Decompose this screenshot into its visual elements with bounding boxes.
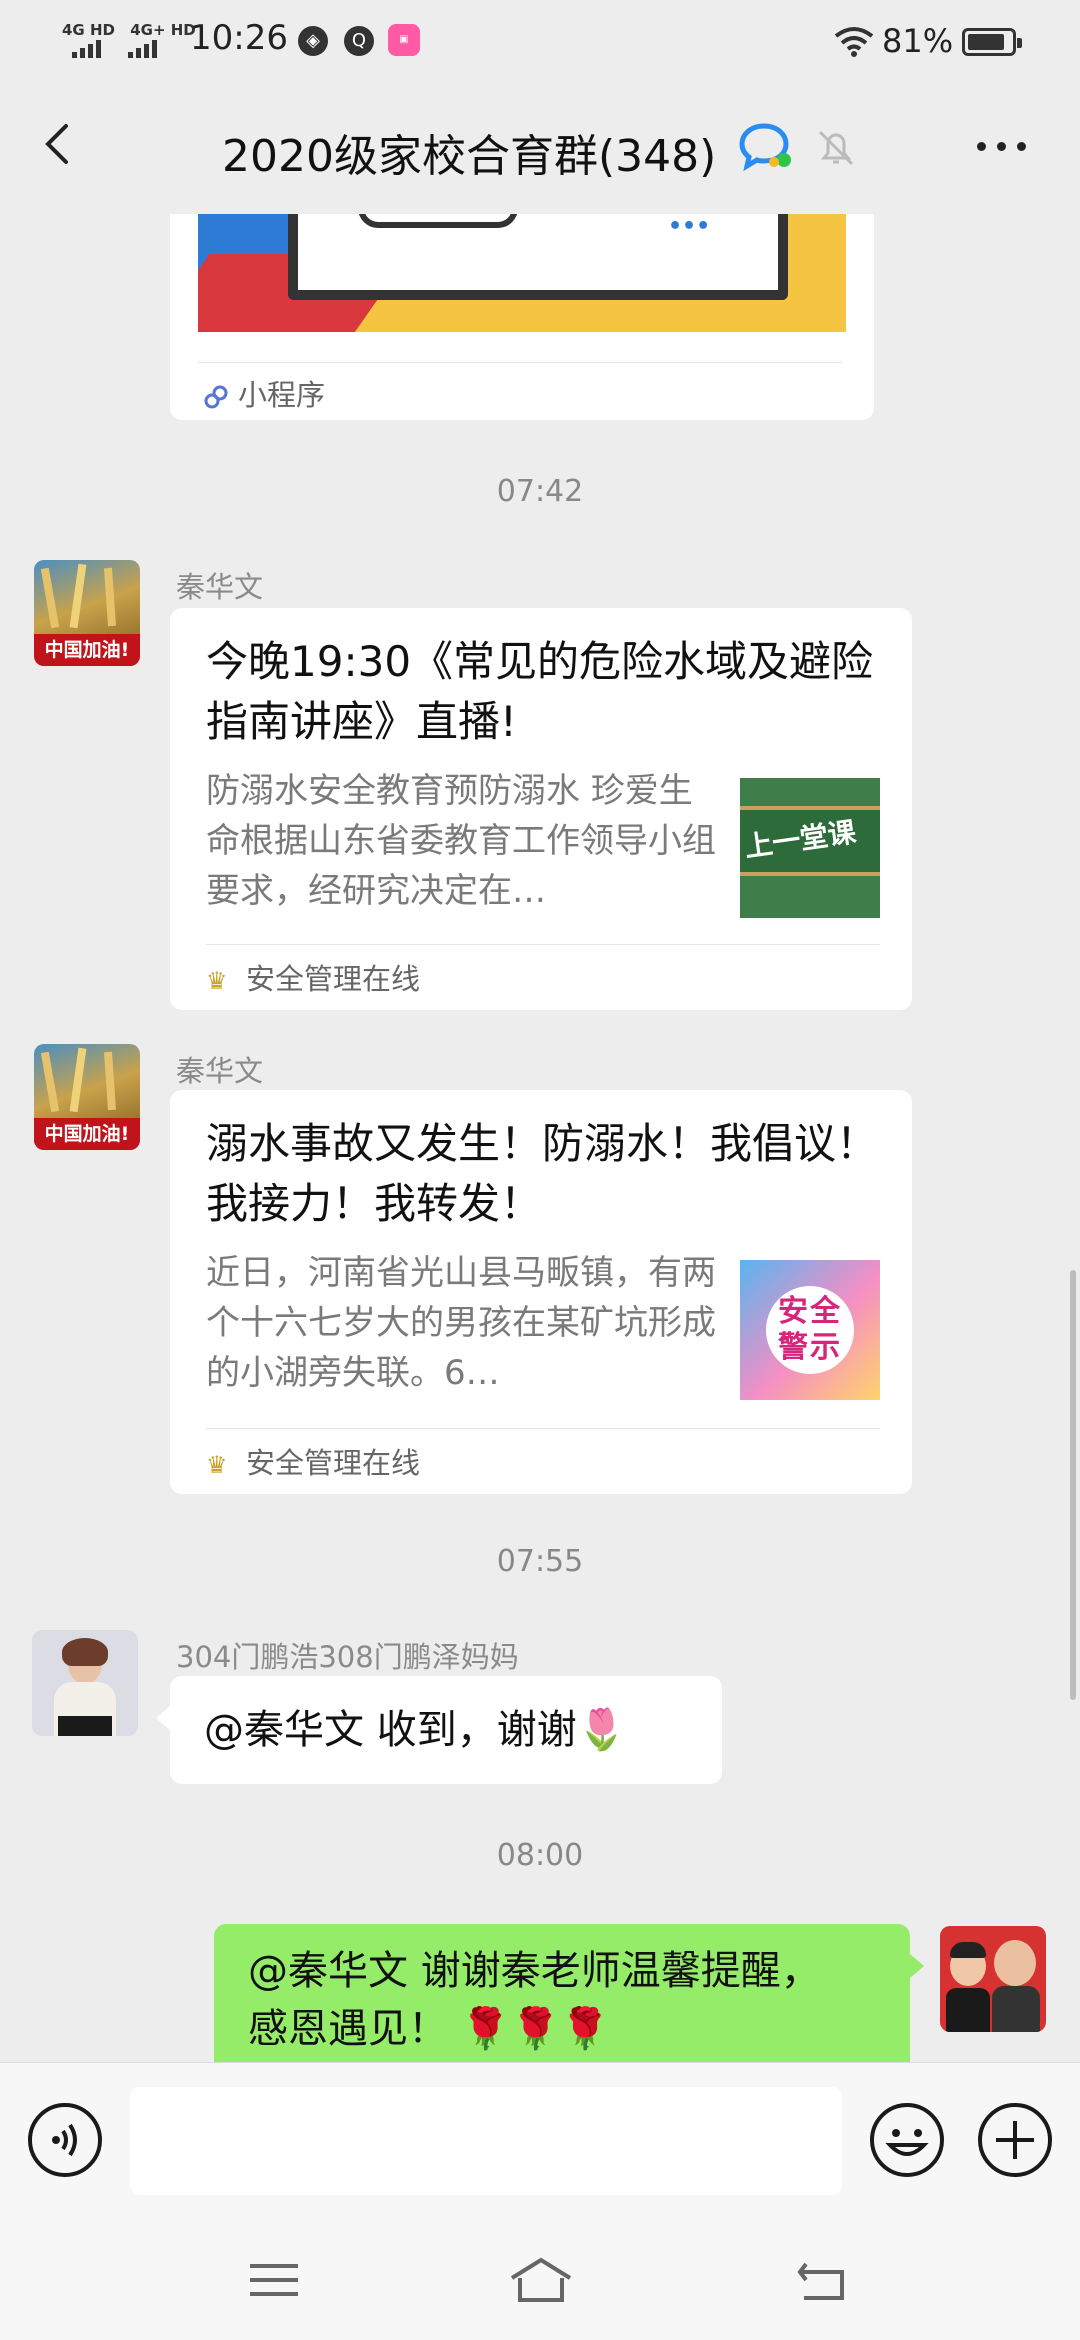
status-bar: 4G HD 4G+ HD 10:26 ◈ Q ▣ 81%: [0, 0, 1080, 84]
timestamp: 07:55: [496, 1544, 584, 1579]
avatar-caption: 中国加油!: [34, 634, 140, 666]
network-1: 4G HD: [62, 21, 115, 39]
mini-program-source: 小程序: [202, 372, 325, 414]
emoji-button[interactable]: [870, 2103, 944, 2177]
rose-emoji-icon: 🌹: [460, 2006, 511, 2052]
signal-icon-2: [128, 40, 168, 58]
source-logo-icon: ♛: [206, 1451, 228, 1479]
article-description: 近日，河南省光山县马畈镇，有两个十六七岁大的男孩在某矿坑形成的小湖旁失联。6…: [206, 1253, 716, 1393]
thumbnail-text: 安全警示: [778, 1294, 842, 1365]
chat-messages[interactable]: ••• 小程序 07:42 中国加油! 秦华文 今晚19:30《常见的危险水域及…: [0, 214, 1080, 2062]
article-thumbnail: 安全警示: [740, 1260, 880, 1400]
article-description: 防溺水安全教育预防溺水 珍爱生命根据山东省委教育工作领导小组要求，经研究决定在…: [206, 771, 716, 911]
avatar[interactable]: 中国加油!: [34, 1044, 140, 1150]
mini-program-label: 小程序: [238, 378, 326, 412]
rose-emoji-icon: 🌹: [510, 2006, 561, 2052]
system-navigation-bar: [0, 2216, 1080, 2340]
source-label: 安全管理在线: [246, 962, 421, 996]
back-nav-icon[interactable]: [792, 2252, 852, 2308]
rose-emoji-icon: 🌹: [560, 2006, 611, 2052]
voice-button[interactable]: [28, 2103, 102, 2177]
article-thumbnail: 上一堂课: [740, 778, 880, 918]
wifi-icon: [834, 27, 874, 57]
article-title: 溺水事故又发生！防溺水！我倡议！我接力！我转发！: [206, 1119, 879, 1228]
plus-icon: [996, 2121, 1034, 2159]
menu-icon[interactable]: [244, 2252, 304, 2308]
battery-percent: 81%: [882, 22, 954, 60]
tulip-emoji-icon: 🌷: [576, 1707, 627, 1753]
message-text-line-2: 感恩遇见！: [248, 2006, 448, 2052]
timestamp: 07:42: [496, 474, 584, 509]
article-title: 今晚19:30《常见的危险水域及避险指南讲座》直播!: [206, 637, 874, 746]
avatar[interactable]: 中国加油!: [34, 560, 140, 666]
my-avatar[interactable]: [940, 1926, 1046, 2032]
search-app-icon: Q: [344, 26, 374, 56]
add-button[interactable]: [978, 2103, 1052, 2177]
timestamp: 08:00: [496, 1838, 584, 1873]
network-2: 4G+ HD: [130, 21, 196, 39]
message-input[interactable]: [130, 2087, 842, 2195]
article-card[interactable]: 今晚19:30《常见的危险水域及避险指南讲座》直播! 防溺水安全教育预防溺水 珍…: [170, 608, 912, 1010]
message-text: @秦华文 收到，谢谢: [204, 1707, 577, 1753]
home-icon[interactable]: [506, 2252, 576, 2308]
mini-program-icon: [204, 385, 228, 409]
voice-icon: [52, 2123, 77, 2157]
article-source: ♛ 安全管理在线: [206, 956, 420, 998]
signal-icon: [72, 40, 112, 58]
sender-name: 秦华文: [176, 1054, 264, 1088]
article-card[interactable]: 溺水事故又发生！防溺水！我倡议！我接力！我转发！ 近日，河南省光山县马畈镇，有两…: [170, 1090, 912, 1494]
more-options-button[interactable]: [975, 142, 1031, 156]
chat-header: 2020级家校合育群(348): [0, 84, 1080, 214]
battery-icon: [962, 28, 1022, 56]
compass-icon: ◈: [298, 26, 328, 56]
mini-program-image: •••: [198, 214, 846, 332]
mute-bell-icon: [818, 130, 854, 166]
mini-program-card[interactable]: ••• 小程序: [170, 214, 874, 420]
network-indicator: 4G HD 4G+ HD: [62, 22, 206, 38]
group-chat-icon: [739, 123, 791, 172]
scroll-indicator[interactable]: [1070, 1270, 1076, 1700]
chat-title: 2020级家校合育群(348): [222, 131, 717, 182]
avatar-caption: 中国加油!: [34, 1118, 140, 1150]
sender-name: 秦华文: [176, 570, 264, 604]
avatar[interactable]: [32, 1630, 138, 1736]
input-bar: [0, 2062, 1080, 2216]
source-logo-icon: ♛: [206, 967, 228, 995]
article-source: ♛ 安全管理在线: [206, 1440, 420, 1482]
source-label: 安全管理在线: [246, 1446, 421, 1480]
smiley-icon: [885, 2129, 929, 2156]
app-notification-icon: ▣: [388, 24, 420, 56]
message-bubble[interactable]: @秦华文 收到，谢谢🌷: [156, 1676, 722, 1784]
sender-name: 304门鹏浩308门鹏泽妈妈: [176, 1640, 519, 1674]
my-message-bubble[interactable]: @秦华文 谢谢秦老师温馨提醒， 感恩遇见！ 🌹🌹🌹: [214, 1924, 924, 2062]
message-text-line-1: @秦华文 谢谢秦老师温馨提醒，: [248, 1948, 821, 1994]
back-button[interactable]: [30, 114, 90, 174]
status-time: 10:26: [190, 18, 288, 58]
